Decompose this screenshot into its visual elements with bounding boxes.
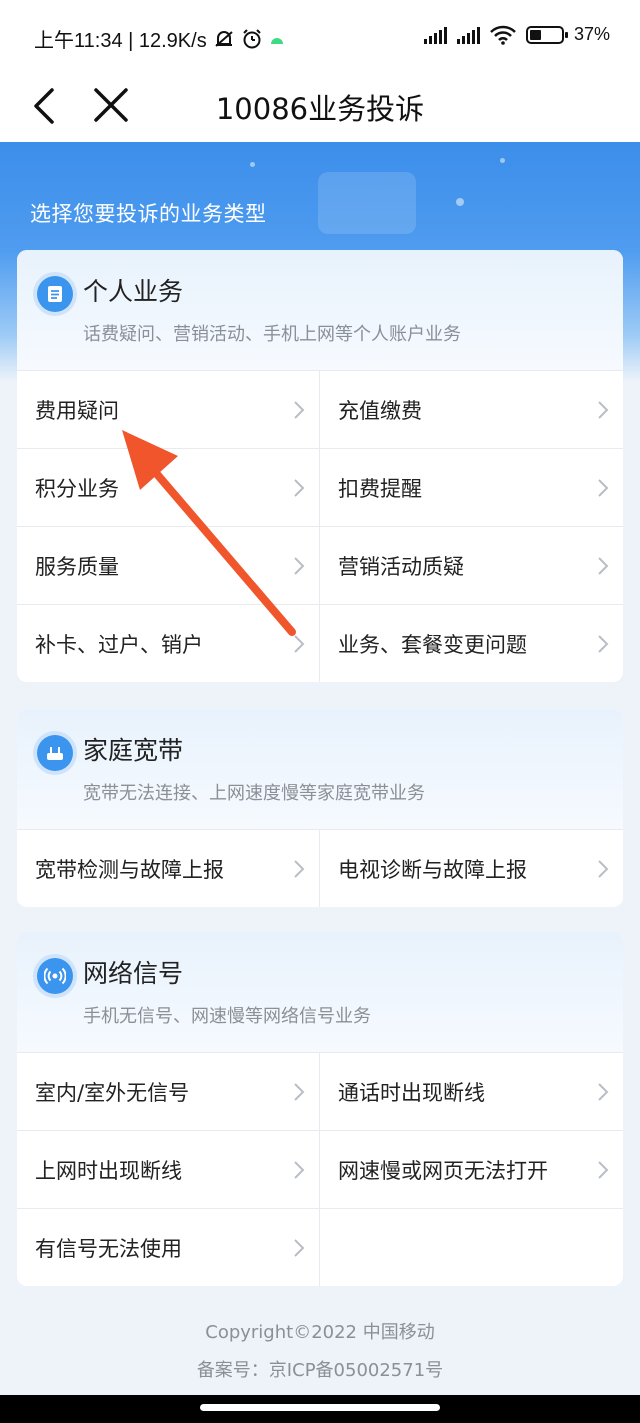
item-plan-change[interactable]: 业务、套餐变更问题: [320, 604, 623, 682]
nav-bar: 10086业务投诉: [0, 72, 640, 142]
section-header: 网络信号 手机无信号、网速慢等网络信号业务: [17, 932, 623, 1052]
android-icon: [270, 37, 283, 44]
mute-bell-icon: [215, 30, 233, 47]
item-label: 电视诊断与故障上报: [338, 857, 527, 882]
item-broadband-fault[interactable]: 宽带检测与故障上报: [17, 829, 320, 907]
item-label: 补卡、过户、销户: [35, 632, 203, 657]
item-label: 室内/室外无信号: [35, 1080, 190, 1105]
battery-level: [529, 29, 542, 40]
home-indicator[interactable]: [200, 1404, 440, 1411]
page-title: 10086业务投诉: [215, 92, 425, 126]
item-slow-network[interactable]: 网速慢或网页无法打开: [320, 1130, 623, 1208]
chevron-right-icon: [598, 1161, 609, 1179]
signal-icon: [37, 958, 73, 994]
section-broadband: 家庭宽带 宽带无法连接、上网速度慢等家庭宽带业务 宽带检测与故障上报 电视诊断与…: [17, 709, 623, 907]
status-bar: 上午11:34 | 12.9K/s 37%: [0, 0, 640, 72]
alarm-icon: [242, 28, 261, 48]
chevron-right-icon: [294, 635, 305, 653]
battery-percent: 37%: [573, 24, 610, 44]
section-subtitle: 手机无信号、网速慢等网络信号业务: [83, 1006, 371, 1027]
item-label: 扣费提醒: [338, 476, 422, 501]
section-subtitle: 宽带无法连接、上网速度慢等家庭宽带业务: [83, 783, 425, 804]
chevron-right-icon: [598, 1083, 609, 1101]
item-label: 积分业务: [35, 476, 119, 501]
chevron-right-icon: [294, 1161, 305, 1179]
item-label: 宽带检测与故障上报: [35, 857, 224, 882]
item-label: 通话时出现断线: [338, 1080, 485, 1105]
chevron-right-icon: [294, 479, 305, 497]
section-items: 宽带检测与故障上报 电视诊断与故障上报: [17, 829, 623, 907]
hero-dot: [456, 198, 464, 206]
item-label: 网速慢或网页无法打开: [338, 1158, 548, 1183]
item-label: 服务质量: [35, 554, 119, 579]
cell-signal-icon: [423, 26, 447, 44]
status-right: 37%: [423, 24, 610, 45]
section-personal: 个人业务 话费疑问、营销活动、手机上网等个人账户业务 费用疑问 充值缴费 积分业…: [17, 250, 623, 682]
section-title: 网络信号: [83, 959, 184, 988]
chevron-right-icon: [294, 1083, 305, 1101]
section-title: 家庭宽带: [83, 736, 184, 765]
item-label: 费用疑问: [35, 398, 119, 423]
chevron-right-icon: [598, 401, 609, 419]
item-marketing-dispute[interactable]: 营销活动质疑: [320, 526, 623, 604]
battery-icon: [525, 25, 568, 44]
status-left: 上午11:34 | 12.9K/s: [34, 24, 285, 53]
section-items: 室内/室外无信号 通话时出现断线 上网时出现断线 网速慢或网页无法打开 有信号无…: [17, 1052, 623, 1286]
item-no-signal[interactable]: 室内/室外无信号: [17, 1052, 320, 1130]
chevron-right-icon: [294, 860, 305, 878]
section-network-signal: 网络信号 手机无信号、网速慢等网络信号业务 室内/室外无信号 通话时出现断线 上…: [17, 932, 623, 1286]
chevron-right-icon: [294, 557, 305, 575]
item-tv-fault[interactable]: 电视诊断与故障上报: [320, 829, 623, 907]
wifi-icon: [490, 25, 516, 45]
chevron-right-icon: [598, 635, 609, 653]
cell-signal-2-icon: [456, 26, 480, 44]
hero-prompt: 选择您要投诉的业务类型: [30, 202, 267, 226]
footer-copyright: Copyright©2022 中国移动: [205, 1322, 435, 1343]
section-title: 个人业务: [83, 277, 184, 306]
item-service-quality[interactable]: 服务质量: [17, 526, 320, 604]
status-time: 上午11:34 | 12.9K/s: [34, 30, 207, 52]
item-recharge[interactable]: 充值缴费: [320, 370, 623, 448]
hero-dot: [250, 162, 255, 167]
item-fee-question[interactable]: 费用疑问: [17, 370, 320, 448]
item-call-drop[interactable]: 通话时出现断线: [320, 1052, 623, 1130]
chevron-right-icon: [294, 401, 305, 419]
chevron-right-icon: [598, 557, 609, 575]
item-label: 业务、套餐变更问题: [338, 632, 527, 657]
router-icon: [37, 735, 73, 771]
item-label: 营销活动质疑: [338, 554, 464, 579]
item-label: 充值缴费: [338, 398, 422, 423]
item-signal-unusable[interactable]: 有信号无法使用: [17, 1208, 320, 1286]
section-header: 家庭宽带 宽带无法连接、上网速度慢等家庭宽带业务: [17, 709, 623, 829]
item-deduction-reminder[interactable]: 扣费提醒: [320, 448, 623, 526]
item-label: 上网时出现断线: [35, 1158, 182, 1183]
item-data-drop[interactable]: 上网时出现断线: [17, 1130, 320, 1208]
document-icon: [37, 276, 73, 312]
empty-cell: [320, 1208, 623, 1286]
chevron-right-icon: [598, 479, 609, 497]
chevron-right-icon: [294, 1239, 305, 1257]
footer-icp: 备案号：京ICP备05002571号: [196, 1360, 444, 1381]
hero-dot: [500, 158, 505, 163]
chevron-right-icon: [598, 860, 609, 878]
hero-decoration: [318, 172, 416, 234]
item-label: 有信号无法使用: [35, 1236, 182, 1261]
section-header: 个人业务 话费疑问、营销活动、手机上网等个人账户业务: [17, 250, 623, 370]
item-sim-transfer-cancel[interactable]: 补卡、过户、销户: [17, 604, 320, 682]
item-points[interactable]: 积分业务: [17, 448, 320, 526]
section-items: 费用疑问 充值缴费 积分业务 扣费提醒 服务质量 营销活动质疑 补卡、过户、销户…: [17, 370, 623, 682]
section-subtitle: 话费疑问、营销活动、手机上网等个人账户业务: [83, 324, 461, 345]
